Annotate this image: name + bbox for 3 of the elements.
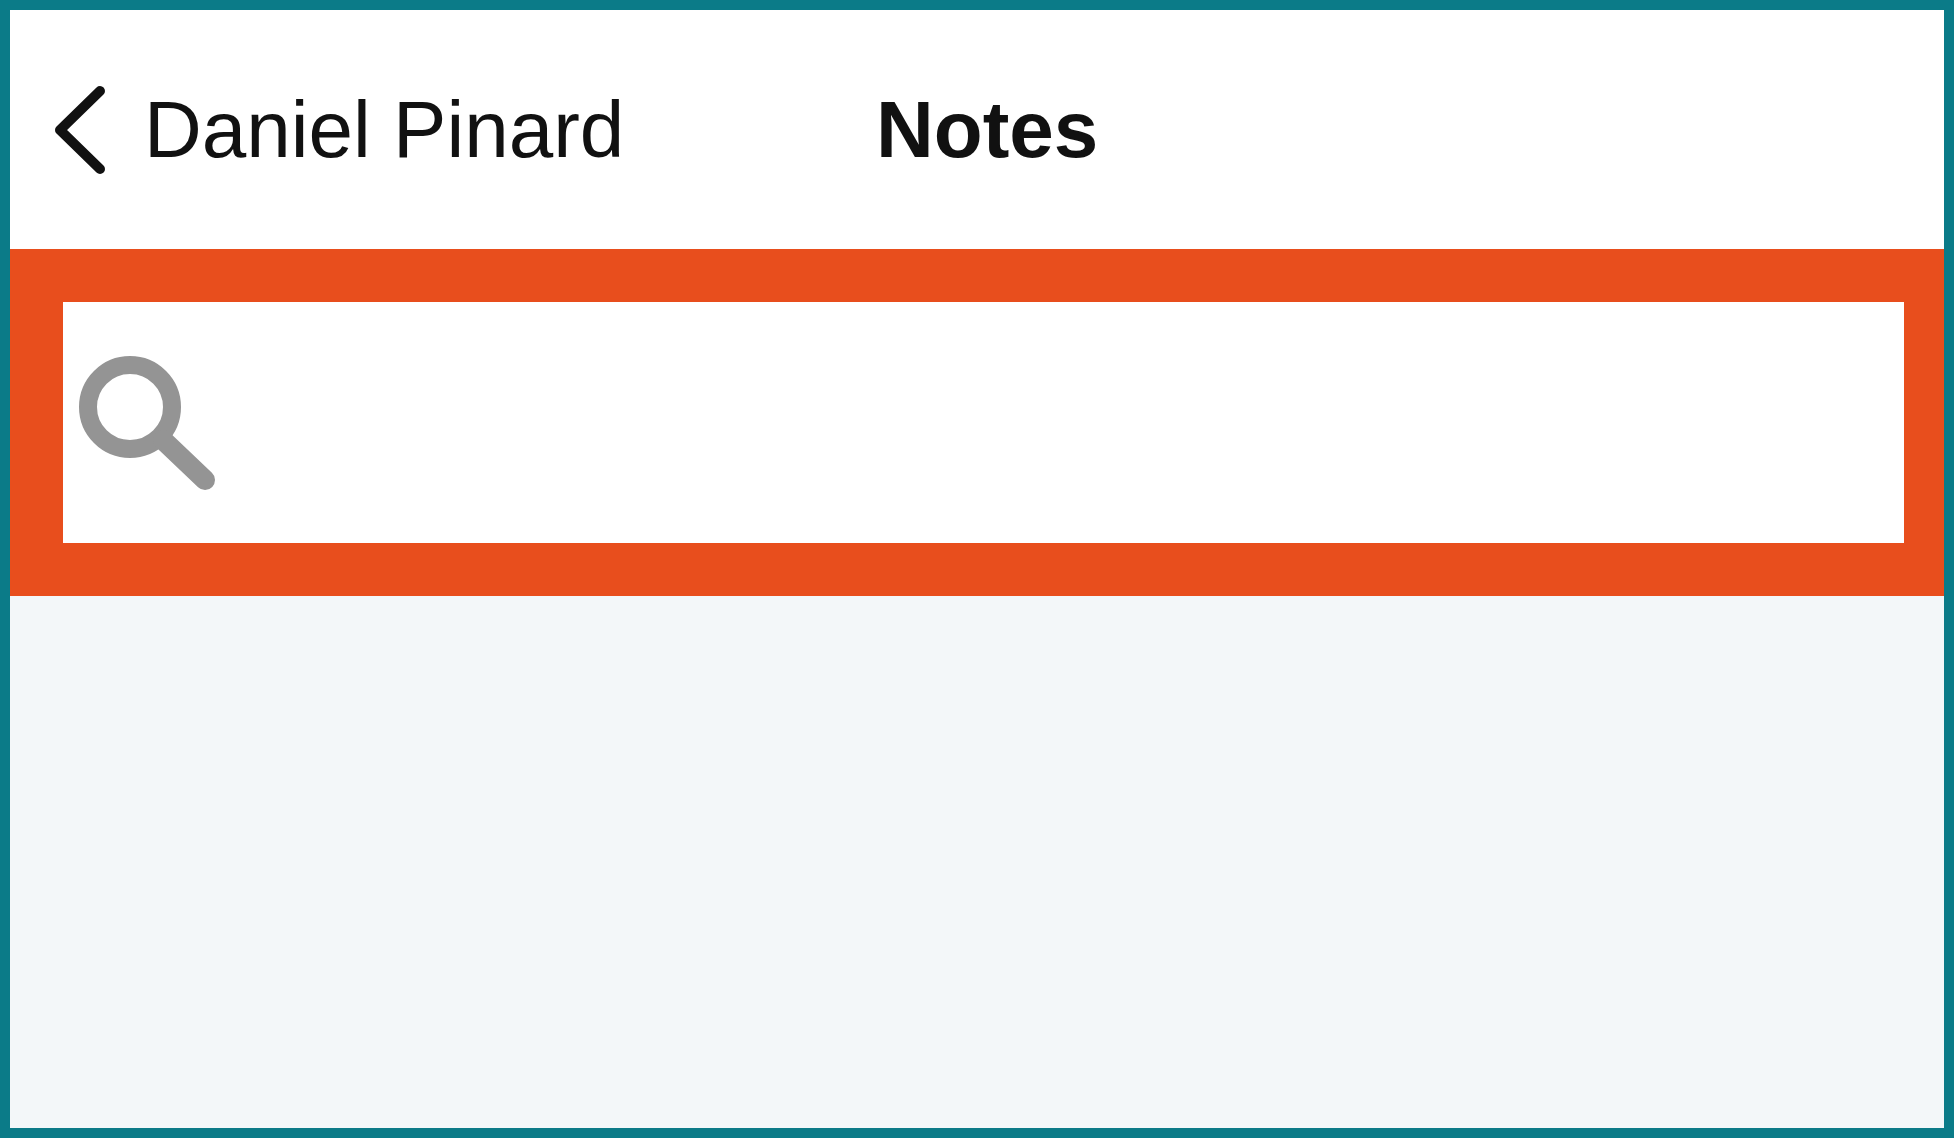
search-field[interactable] [63, 302, 1904, 543]
back-button[interactable]: Daniel Pinard [50, 82, 625, 177]
screen-title: Notes [876, 83, 1099, 176]
